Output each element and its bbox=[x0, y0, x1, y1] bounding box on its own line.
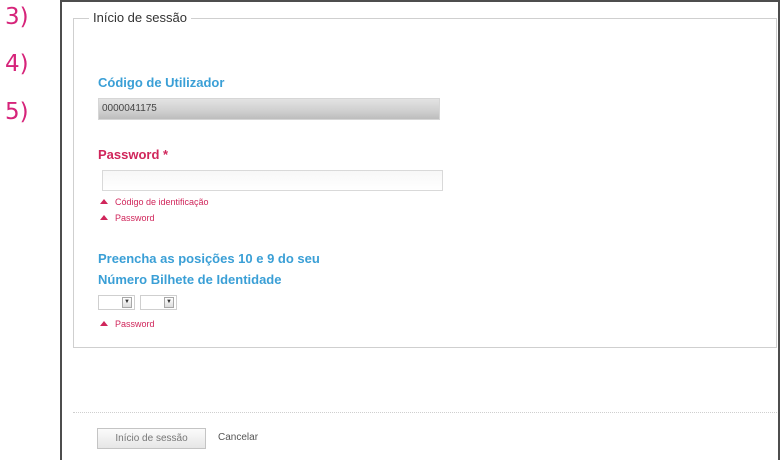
id-positions-label-line2: Número Bilhete de Identidade bbox=[98, 272, 282, 287]
user-code-label: Código de Utilizador bbox=[98, 75, 225, 90]
chevron-down-icon[interactable]: ▼ bbox=[122, 297, 132, 308]
error-id-password: Password bbox=[100, 318, 155, 330]
error-text: Password bbox=[115, 319, 155, 329]
user-code-field: 0000041175 bbox=[98, 98, 440, 120]
error-triangle-icon bbox=[100, 199, 108, 204]
login-button[interactable]: Início de sessão bbox=[97, 428, 206, 449]
fieldset-legend: Início de sessão bbox=[89, 10, 191, 25]
error-triangle-icon bbox=[100, 215, 108, 220]
footer-divider bbox=[73, 412, 777, 413]
error-text: Código de identificação bbox=[115, 197, 209, 207]
id-digit-select-2[interactable]: ▼ bbox=[140, 295, 177, 310]
error-password: Password bbox=[100, 212, 155, 224]
step-marker-3: 3) bbox=[5, 4, 29, 30]
error-text: Password bbox=[115, 213, 155, 223]
error-identification: Código de identificação bbox=[100, 196, 209, 208]
password-label: Password * bbox=[98, 147, 169, 162]
error-triangle-icon bbox=[100, 321, 108, 326]
id-positions-label-line1: Preencha as posições 10 e 9 do seu bbox=[98, 251, 320, 266]
id-digit-select-1[interactable]: ▼ bbox=[98, 295, 135, 310]
step-marker-5: 5) bbox=[5, 99, 29, 125]
step-marker-4: 4) bbox=[5, 51, 29, 77]
cancel-link[interactable]: Cancelar bbox=[218, 432, 258, 443]
chevron-down-icon[interactable]: ▼ bbox=[164, 297, 174, 308]
password-field[interactable] bbox=[102, 170, 443, 191]
